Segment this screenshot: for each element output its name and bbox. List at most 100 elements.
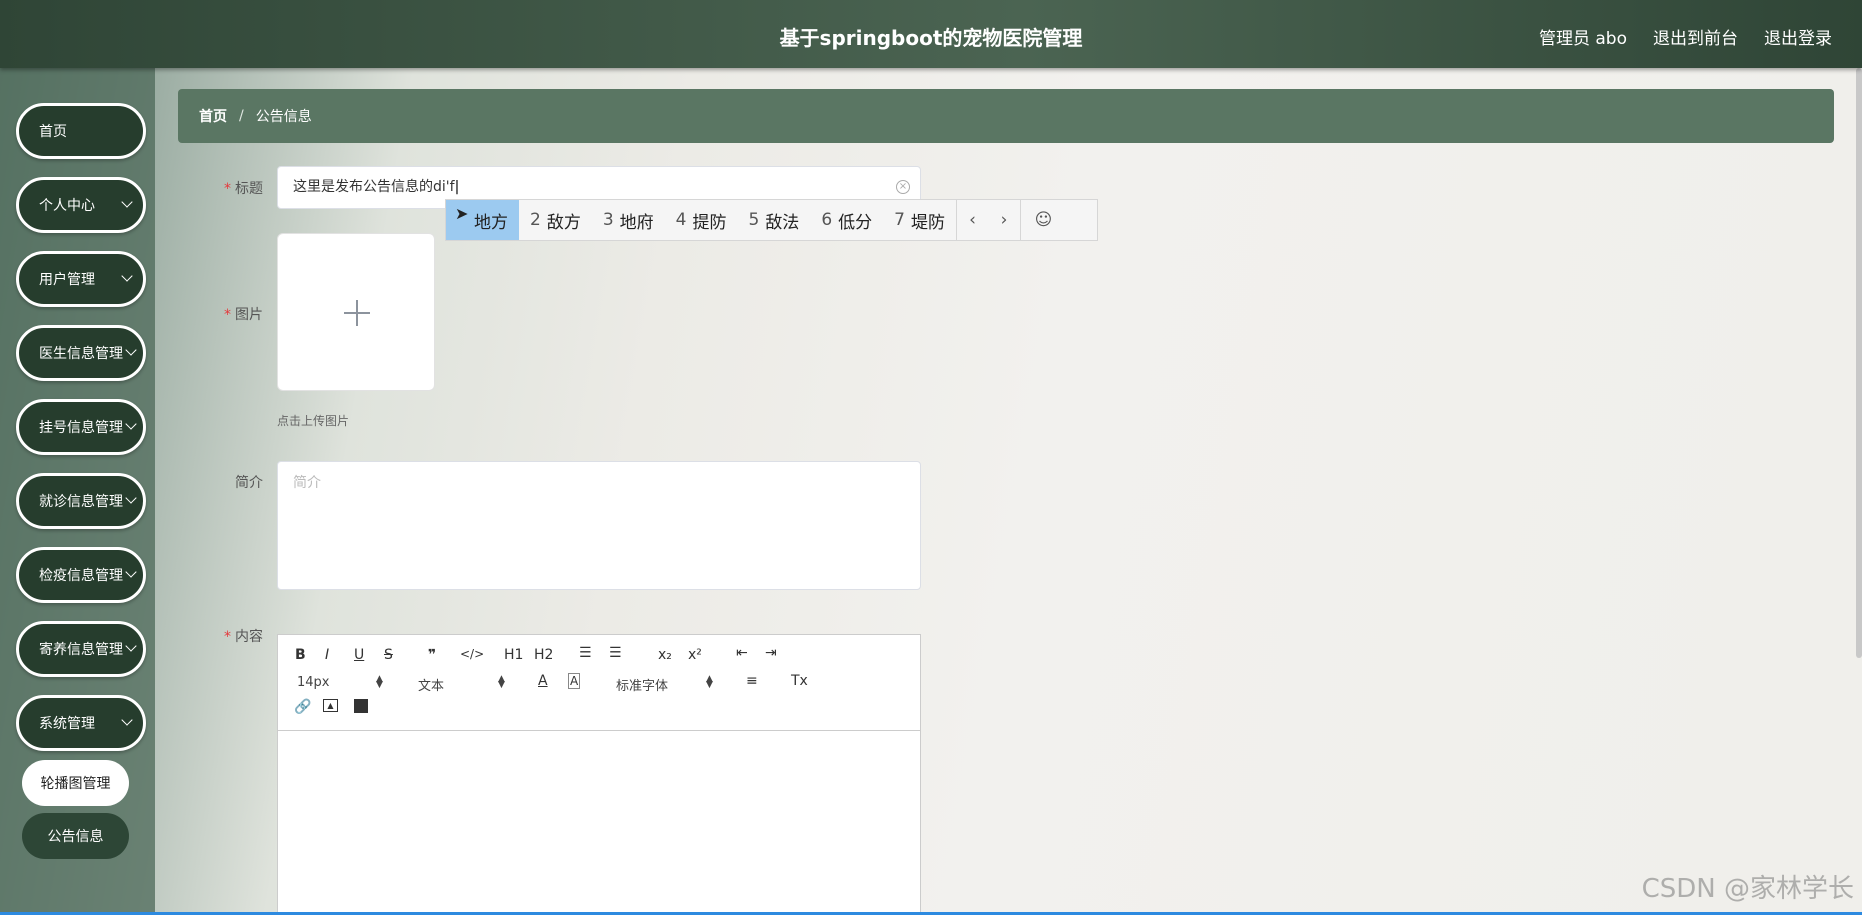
plus-icon-vertical (356, 300, 358, 326)
breadcrumb-current: 公告信息 (255, 109, 312, 125)
mouse-cursor-icon: ➤ (455, 204, 469, 223)
align-icon[interactable]: ≡ (746, 673, 758, 689)
sidebar-item-personal-center[interactable]: 个人中心 (16, 177, 146, 233)
rich-text-editor: B I U S ❞ </> H1 H2 ☰ ☰ x₂ x² ⇤ ⇥ 14px ▲… (277, 634, 921, 915)
image-label: * 图片 (183, 304, 263, 324)
select-arrows-icon: ▲ ▼ (706, 674, 713, 690)
intro-label: 简介 (235, 475, 263, 491)
chevron-down-icon (125, 492, 137, 504)
header-select[interactable]: 文本 (418, 675, 444, 694)
background-color-icon[interactable]: A (568, 673, 581, 689)
exit-to-front-link[interactable]: 退出到前台 (1653, 24, 1738, 49)
logout-link[interactable]: 退出登录 (1764, 24, 1832, 49)
ordered-list-icon[interactable]: ☰ (579, 645, 592, 661)
ime-candidate[interactable]: 3 地府 (592, 200, 665, 240)
font-color-button[interactable]: A (538, 673, 548, 689)
clear-format-button[interactable]: Tx (791, 673, 808, 689)
sidebar-subitem-label: 公告信息 (47, 829, 104, 845)
ime-candidate[interactable]: 7 堤防 (883, 200, 956, 240)
sidebar-item-home[interactable]: 首页 (16, 103, 146, 159)
ime-next-button[interactable]: › (988, 200, 1020, 240)
ime-candidate-number: 2 (530, 210, 541, 230)
h1-button[interactable]: H1 (504, 647, 523, 663)
sidebar-item-label: 寄养信息管理 (39, 642, 123, 658)
image-icon[interactable]: ▲ (323, 699, 338, 712)
subscript-button[interactable]: x₂ (658, 647, 672, 663)
sidebar-item-visit-management[interactable]: 就诊信息管理 (16, 473, 146, 529)
ime-candidate-text: 堤防 (910, 212, 945, 233)
video-icon[interactable] (354, 699, 368, 713)
select-arrows-icon: ▲ ▼ (376, 674, 383, 690)
title-label: * 标题 (183, 178, 263, 198)
content-label-text: 内容 (235, 629, 263, 645)
sidebar-item-registration-management[interactable]: 挂号信息管理 (16, 399, 146, 455)
page-scrollbar[interactable] (1856, 68, 1862, 658)
ime-candidate-text: 敌方 (546, 212, 581, 233)
quote-button[interactable]: ❞ (428, 647, 436, 663)
sidebar: 首页 个人中心 用户管理 医生信息管理 挂号信息管理 就诊信息管理 检疫信息管理… (0, 68, 155, 915)
ime-candidate[interactable]: 4 提防 (665, 200, 738, 240)
superscript-button[interactable]: x² (688, 647, 702, 663)
breadcrumb: 首页 / 公告信息 (178, 89, 1834, 143)
ime-candidate[interactable]: 5 敌法 (737, 200, 810, 240)
sidebar-subitem-carousel[interactable]: 轮播图管理 (22, 760, 129, 806)
chevron-down-icon (125, 640, 137, 652)
ime-candidate-bar: 1地方 2敌方 3地府 4提防 5敌法 6低分 7堤防 ‹ › ☺ (445, 199, 1098, 241)
emoji-icon[interactable]: ☺ (1019, 200, 1066, 240)
intro-placeholder: 简介 (293, 475, 321, 491)
sidebar-item-label: 首页 (39, 124, 67, 140)
ime-candidate-number: 5 (748, 210, 760, 230)
chevron-down-icon (125, 344, 137, 356)
ime-candidate[interactable]: 6 低分 (810, 200, 883, 240)
required-mark: * (224, 307, 231, 323)
sidebar-item-user-management[interactable]: 用户管理 (16, 251, 146, 307)
ime-candidate-number: 6 (821, 210, 833, 230)
required-mark: * (224, 629, 231, 645)
font-family-select[interactable]: 标准字体 (616, 675, 668, 694)
breadcrumb-home[interactable]: 首页 (199, 106, 227, 126)
link-icon[interactable]: 🔗 (294, 699, 311, 715)
ime-candidate-text: 敌法 (765, 212, 800, 233)
breadcrumb-separator: / (239, 108, 244, 124)
indent-decrease-icon[interactable]: ⇤ (736, 645, 748, 661)
indent-increase-icon[interactable]: ⇥ (765, 645, 777, 661)
chevron-down-icon (121, 270, 133, 282)
chevron-down-icon (125, 566, 137, 578)
intro-textarea[interactable]: 简介 (277, 461, 921, 590)
sidebar-item-label: 医生信息管理 (39, 346, 123, 362)
sidebar-subitem-announcement[interactable]: 公告信息 (22, 813, 129, 859)
bold-button[interactable]: B (295, 647, 306, 663)
font-size-select[interactable]: 14px (297, 675, 330, 690)
sidebar-item-boarding-management[interactable]: 寄养信息管理 (16, 621, 146, 677)
bullet-list-icon[interactable]: ☰ (609, 645, 622, 661)
underline-button[interactable]: U (354, 647, 364, 663)
header-links: 管理员 abo 退出到前台 退出登录 (1539, 24, 1832, 49)
sidebar-item-label: 个人中心 (39, 198, 95, 214)
sidebar-item-label: 系统管理 (39, 716, 95, 732)
ime-candidate-number: 4 (675, 210, 687, 230)
title-label-text: 标题 (235, 181, 263, 197)
italic-button[interactable]: I (325, 647, 329, 663)
ime-prev-button[interactable]: ‹ (955, 200, 988, 240)
sidebar-item-label: 用户管理 (39, 272, 95, 288)
upload-tip: 点击上传图片 (277, 414, 350, 428)
ime-candidate[interactable]: 2 敌方 (519, 200, 592, 240)
title-input-value: 这里是发布公告信息的di'f (293, 179, 455, 195)
sidebar-item-doctor-management[interactable]: 医生信息管理 (16, 325, 146, 381)
editor-toolbar: B I U S ❞ </> H1 H2 ☰ ☰ x₂ x² ⇤ ⇥ 14px ▲… (278, 635, 920, 731)
clear-icon[interactable]: × (896, 180, 910, 194)
image-upload-box[interactable] (277, 233, 435, 391)
code-button[interactable]: </> (460, 647, 484, 661)
chevron-down-icon (121, 196, 133, 208)
h2-button[interactable]: H2 (534, 647, 553, 663)
strike-button[interactable]: S (384, 647, 393, 663)
ime-candidate-text: 低分 (838, 212, 873, 233)
sidebar-item-label: 检疫信息管理 (39, 568, 123, 584)
image-label-text: 图片 (235, 307, 263, 323)
chevron-down-icon (121, 714, 133, 726)
ime-candidate-text: 地方 (474, 212, 508, 233)
sidebar-item-quarantine-management[interactable]: 检疫信息管理 (16, 547, 146, 603)
required-mark: * (224, 181, 231, 197)
sidebar-item-system-management[interactable]: 系统管理 (16, 695, 146, 751)
sidebar-subitem-label: 轮播图管理 (40, 776, 111, 792)
